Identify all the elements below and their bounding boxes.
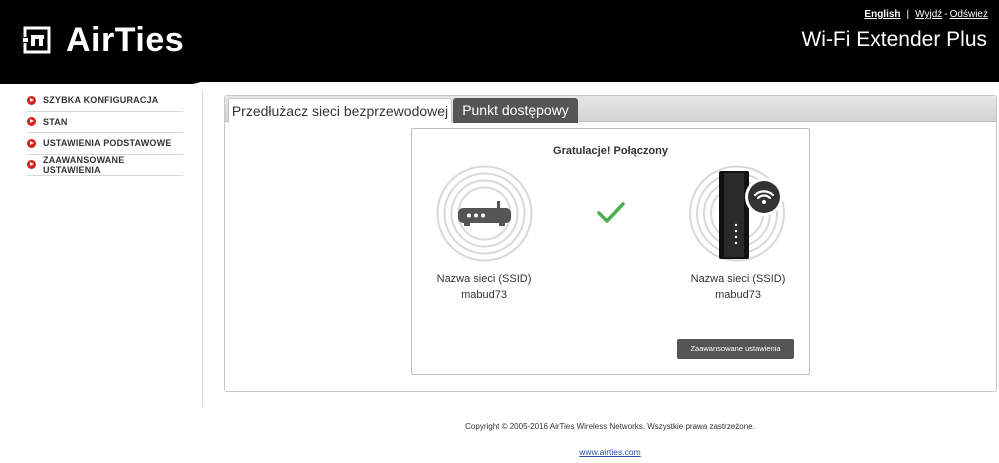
sidebar-item-basic-settings[interactable]: USTAWIENIA PODSTAWOWE [27, 133, 183, 155]
advanced-settings-button[interactable]: Zaawansowane ustawienia [677, 339, 794, 359]
sidebar-item-label: STAN [43, 116, 68, 127]
copyright-text: Copyright © 2005-2016 AirTies Wireless N… [465, 422, 755, 431]
tab-access-point[interactable]: Punkt dostępowy [453, 98, 578, 123]
logo-text: AirTies [66, 21, 185, 59]
checkmark-icon [597, 202, 625, 223]
connection-status-card: Gratulacje! Połączony Nazwa sieci (SSID)… [411, 128, 810, 375]
airties-logo-icon [22, 26, 51, 54]
ssid-label: Nazwa sieci (SSID) [436, 273, 532, 285]
router-icon [436, 165, 533, 262]
sidebar-item-status[interactable]: STAN [27, 112, 183, 133]
left-device-info: Nazwa sieci (SSID) mabud73 [414, 271, 554, 303]
right-device-info: Nazwa sieci (SSID) mabud73 [668, 271, 808, 303]
airties-logo[interactable]: AirTies [22, 23, 184, 57]
refresh-link[interactable]: Odśwież [950, 9, 988, 20]
logout-link[interactable]: Wyjdź [915, 9, 942, 20]
link-separator: | [906, 9, 910, 20]
sidebar-divider [202, 90, 203, 407]
status-title: Gratulacje! Połączony [553, 145, 668, 157]
website-link[interactable]: www.airties.com [579, 447, 640, 457]
tab-extender[interactable]: Przedłużacz sieci bezprzewodowej [228, 98, 452, 123]
arrow-bullet-icon [27, 138, 36, 148]
tab-bar: Przedłużacz sieci bezprzewodowej Punkt d… [225, 96, 996, 123]
ssid-label: Nazwa sieci (SSID) [690, 273, 786, 285]
sidebar-item-label: USTAWIENIA PODSTAWOWE [43, 138, 172, 149]
header-curve [0, 70, 999, 84]
arrow-bullet-icon [27, 117, 36, 127]
extender-icon [689, 165, 785, 262]
sidebar-item-advanced-settings[interactable]: ZAAWANSOWANE USTAWIENIA [27, 154, 183, 176]
language-link[interactable]: English [864, 9, 900, 20]
sidebar-item-label: SZYBKA KONFIGURACJA [43, 95, 159, 106]
ssid-value: mabud73 [715, 289, 761, 301]
sidebar-item-label: ZAAWANSOWANE USTAWIENIA [43, 154, 125, 175]
top-links: English | Wyjdź - Odśwież [864, 9, 988, 20]
product-title: Wi-Fi Extender Plus [801, 28, 987, 51]
sidebar-item-quick-setup[interactable]: SZYBKA KONFIGURACJA [27, 90, 183, 112]
sidebar-nav: SZYBKA KONFIGURACJA STAN USTAWIENIA PODS… [27, 90, 183, 176]
arrow-bullet-icon [27, 160, 36, 170]
footer: www.airties.com [0, 447, 999, 457]
link-dash: - [944, 9, 948, 20]
ssid-value: mabud73 [461, 289, 507, 301]
arrow-bullet-icon [27, 95, 36, 105]
